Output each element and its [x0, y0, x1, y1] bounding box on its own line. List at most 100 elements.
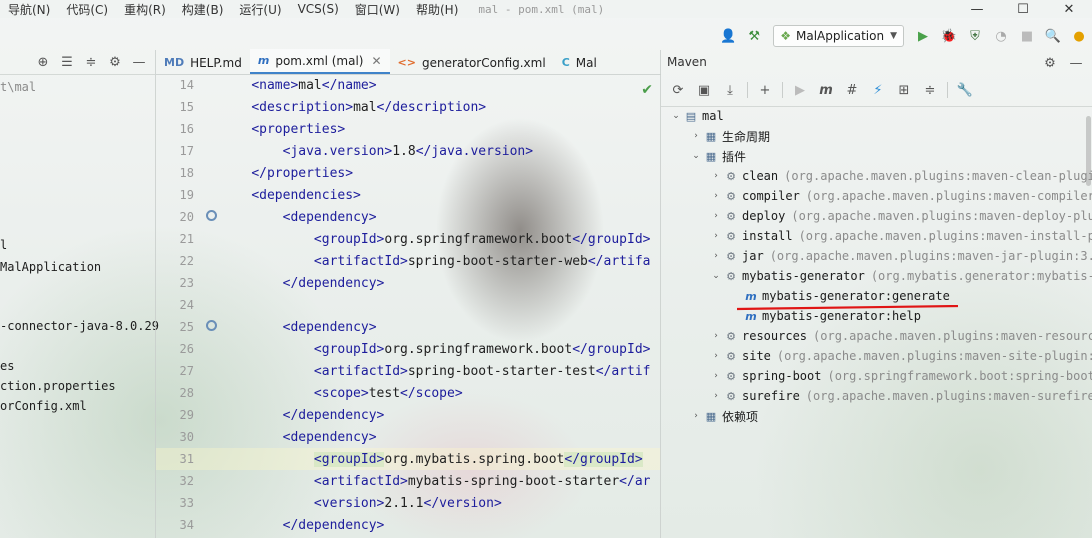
menu-window[interactable]: 窗口(W): [347, 1, 408, 18]
chevron-right-icon[interactable]: ›: [709, 331, 723, 341]
menu-run[interactable]: 运行(U): [231, 1, 289, 18]
tab-generator-config[interactable]: <> generatorConfig.xml: [390, 51, 554, 74]
minimize-button[interactable]: —: [954, 0, 1000, 18]
toggle-offline-icon[interactable]: #: [841, 79, 863, 101]
maven-tree-item[interactable]: › ▦ 依赖项: [661, 406, 1092, 426]
code-line[interactable]: 31 <groupId>org.mybatis.spring.boot</gro…: [156, 448, 661, 470]
search-icon[interactable]: 🔍: [1042, 25, 1064, 47]
expand-all-icon[interactable]: ≑: [81, 51, 101, 73]
chevron-down-icon[interactable]: ⌄: [709, 271, 723, 281]
maven-tree-item[interactable]: ⌄ ▤ mal: [661, 106, 1092, 126]
project-tree-item[interactable]: -connector-java-8.0.29: [0, 319, 159, 333]
profile-icon[interactable]: ◔: [990, 25, 1012, 47]
chevron-right-icon[interactable]: ›: [709, 351, 723, 361]
code-line[interactable]: 23 </dependency>: [156, 272, 661, 294]
maven-tree-item[interactable]: › ⚙ resources (org.apache.maven.plugins:mav…: [661, 326, 1092, 346]
code-line[interactable]: 19 <dependencies>: [156, 184, 661, 206]
download-icon[interactable]: ⤓: [719, 79, 741, 101]
code-line[interactable]: 22 <artifactId>spring-boot-starter-web</…: [156, 250, 661, 272]
tab-pom-xml[interactable]: m pom.xml (mal) ✕: [249, 49, 390, 74]
close-window-button[interactable]: ✕: [1046, 0, 1092, 18]
reload-icon[interactable]: ⟳: [667, 79, 689, 101]
maven-tree-item[interactable]: › ⚙ surefire (org.apache.maven.plugins:mave…: [661, 386, 1092, 406]
menu-help[interactable]: 帮助(H): [408, 1, 466, 18]
chevron-right-icon[interactable]: ›: [709, 191, 723, 201]
chevron-right-icon[interactable]: ›: [709, 171, 723, 181]
maven-tree-item[interactable]: › ⚙ jar (org.apache.maven.plugins:maven-jar…: [661, 246, 1092, 266]
chevron-right-icon[interactable]: ›: [709, 371, 723, 381]
menu-refactor[interactable]: 重构(R): [116, 1, 174, 18]
chevron-down-icon[interactable]: ⌄: [669, 111, 683, 121]
debug-icon[interactable]: 🐞: [938, 25, 960, 47]
run-maven-icon[interactable]: ▶: [789, 79, 811, 101]
stop-icon[interactable]: ■: [1016, 25, 1038, 47]
code-line[interactable]: 26 <groupId>org.springframework.boot</gr…: [156, 338, 661, 360]
skip-tests-icon[interactable]: ⚡: [867, 79, 889, 101]
hide-icon[interactable]: —: [1065, 52, 1087, 74]
ide-updates-icon[interactable]: ●: [1068, 25, 1090, 47]
project-tree-item[interactable]: es: [0, 359, 14, 373]
code-line[interactable]: 16 <properties>: [156, 118, 661, 140]
tab-mal-class[interactable]: C Mal: [554, 51, 605, 74]
chevron-right-icon[interactable]: ›: [709, 231, 723, 241]
collapse-all-icon[interactable]: ≑: [919, 79, 941, 101]
code-line[interactable]: 15 <description>mal</description>: [156, 96, 661, 118]
code-line[interactable]: 17 <java.version>1.8</java.version>: [156, 140, 661, 162]
code-line[interactable]: 34 </dependency>: [156, 514, 661, 536]
chevron-right-icon[interactable]: ›: [709, 251, 723, 261]
run-icon[interactable]: ▶: [912, 25, 934, 47]
code-line[interactable]: 32 <artifactId>mybatis-spring-boot-start…: [156, 470, 661, 492]
chevron-down-icon[interactable]: ⌄: [689, 151, 703, 161]
chevron-right-icon[interactable]: ›: [689, 411, 703, 421]
code-line[interactable]: 24: [156, 294, 661, 316]
code-line[interactable]: 28 <scope>test</scope>: [156, 382, 661, 404]
maven-tree-item[interactable]: › ⚙ install (org.apache.maven.plugins:maven…: [661, 226, 1092, 246]
code-line[interactable]: 29 </dependency>: [156, 404, 661, 426]
code-line[interactable]: 25 <dependency>: [156, 316, 661, 338]
code-line[interactable]: 33 <version>2.1.1</version>: [156, 492, 661, 514]
code-line[interactable]: 14 <name>mal</name>: [156, 74, 661, 96]
code-line[interactable]: 27 <artifactId>spring-boot-starter-test<…: [156, 360, 661, 382]
scrollbar[interactable]: [1086, 116, 1091, 186]
project-tree-item[interactable]: orConfig.xml: [0, 399, 87, 413]
chevron-right-icon[interactable]: ›: [689, 131, 703, 141]
gear-icon[interactable]: ⚙: [105, 51, 125, 73]
menu-code[interactable]: 代码(C): [58, 1, 116, 18]
code-line[interactable]: 20 <dependency>: [156, 206, 661, 228]
maven-tree-item[interactable]: ⌄ ▦ 插件: [661, 146, 1092, 166]
project-tree-item[interactable]: l: [0, 238, 7, 252]
menu-navigate[interactable]: 导航(N): [0, 1, 58, 18]
generate-sources-icon[interactable]: ▣: [693, 79, 715, 101]
maven-tree-item[interactable]: › ⚙ spring-boot (org.springframework.boot:s…: [661, 366, 1092, 386]
maven-tree-item[interactable]: › ⚙ compiler (org.apache.maven.plugins:mave…: [661, 186, 1092, 206]
maven-tree-item[interactable]: ⌄ ⚙ mybatis-generator (org.mybatis.generato…: [661, 266, 1092, 286]
execute-goal-icon[interactable]: m: [815, 79, 837, 101]
maven-tree-item[interactable]: › ⚙ site (org.apache.maven.plugins:maven-si…: [661, 346, 1092, 366]
code-line[interactable]: 30 <dependency>: [156, 426, 661, 448]
hide-icon[interactable]: —: [129, 51, 149, 73]
maven-tree-item[interactable]: › ▦ 生命周期: [661, 126, 1092, 146]
add-icon[interactable]: +: [754, 79, 776, 101]
chevron-right-icon[interactable]: ›: [709, 211, 723, 221]
gear-icon[interactable]: ⚙: [1039, 52, 1061, 74]
coverage-icon[interactable]: ⛨: [964, 25, 986, 47]
maven-tree-item[interactable]: › ⚙ deploy (org.apache.maven.plugins:maven-…: [661, 206, 1092, 226]
project-tree-item[interactable]: ction.properties: [0, 379, 116, 393]
maximize-button[interactable]: ☐: [1000, 0, 1046, 18]
menu-vcs[interactable]: VCS(S): [290, 2, 347, 16]
maven-tree-item[interactable]: m mybatis-generator:generate: [661, 286, 1092, 306]
user-icon[interactable]: 👤: [717, 25, 739, 47]
show-dependencies-icon[interactable]: ⊞: [893, 79, 915, 101]
collapse-all-icon[interactable]: ☰: [57, 51, 77, 73]
tab-help-md[interactable]: MD HELP.md: [156, 51, 250, 74]
code-line[interactable]: 18 </properties>: [156, 162, 661, 184]
project-tree-item[interactable]: MalApplication: [0, 260, 101, 274]
chevron-right-icon[interactable]: ›: [709, 391, 723, 401]
build-hammer-icon[interactable]: ⚒: [743, 25, 765, 47]
wrench-icon[interactable]: 🔧: [954, 79, 976, 101]
close-tab-icon[interactable]: ✕: [371, 54, 381, 68]
locate-icon[interactable]: ⊕: [33, 51, 53, 73]
maven-tree-item[interactable]: › ⚙ clean (org.apache.maven.plugins:maven-c…: [661, 166, 1092, 186]
run-config-select[interactable]: ❖ MalApplication ▼: [773, 25, 904, 47]
menu-build[interactable]: 构建(B): [174, 1, 232, 18]
